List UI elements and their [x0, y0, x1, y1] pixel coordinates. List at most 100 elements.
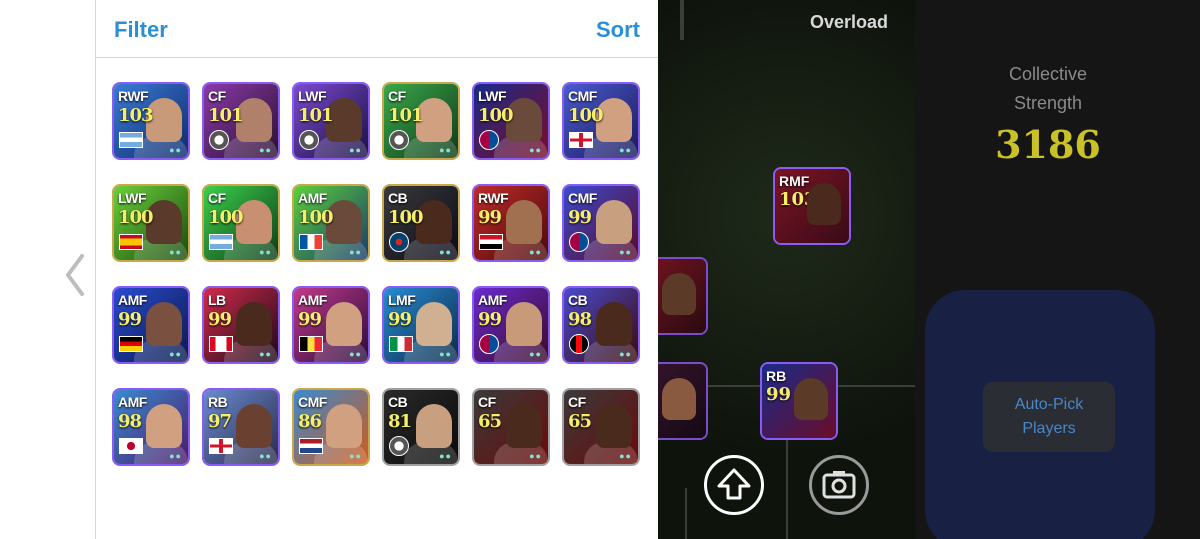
rating-value: 100 — [298, 207, 334, 228]
position-label: LWF — [298, 88, 327, 104]
position-label: AMF — [298, 292, 327, 308]
skill-dots-icon: ●● — [349, 247, 362, 257]
pitch-player-card[interactable] — [658, 257, 708, 335]
rating-value: 100 — [478, 105, 514, 126]
rating-value: 99 — [766, 384, 792, 405]
player-card[interactable]: LWF 100 ●● — [112, 184, 190, 262]
player-portrait — [596, 302, 632, 346]
player-card[interactable]: AMF 98 ●● — [112, 388, 190, 466]
position-label: RMF — [779, 173, 810, 189]
player-card[interactable]: RB 97 ●● — [202, 388, 280, 466]
pitch-player-card-rb[interactable]: RB 99 — [760, 362, 838, 440]
rating-value: 100 — [118, 207, 154, 228]
autopick-label-line1: Auto-Pick — [1014, 396, 1084, 413]
skill-dots-icon: ●● — [259, 145, 272, 155]
rating-value: 98 — [568, 309, 592, 330]
position-label: LWF — [478, 88, 507, 104]
position-label: CB — [388, 190, 408, 206]
overload-label: Overload — [810, 12, 889, 32]
upload-button[interactable] — [704, 455, 764, 515]
player-card[interactable]: CB 100 ●● — [382, 184, 460, 262]
position-label: RB — [766, 368, 787, 384]
rating-value: 65 — [568, 411, 592, 432]
nationality-flag-icon — [389, 436, 409, 456]
skill-dots-icon: ●● — [529, 451, 542, 461]
skill-dots-icon: ●● — [439, 349, 452, 359]
position-label: CMF — [568, 190, 597, 206]
collective-strength-label: Collective Strength — [915, 60, 1181, 118]
formation-pitch: Overload RMF 103 RB 99 — [658, 0, 915, 539]
sort-button[interactable]: Sort — [596, 17, 640, 43]
player-card[interactable]: AMF 99 ●● — [472, 286, 550, 364]
position-label: RWF — [478, 190, 509, 206]
nationality-flag-icon — [299, 234, 323, 250]
player-card[interactable]: CB 98 ●● — [562, 286, 640, 364]
pitch-player-card[interactable] — [658, 362, 708, 440]
rating-value: 86 — [298, 411, 322, 432]
skill-dots-icon: ●● — [259, 247, 272, 257]
rating-value: 99 — [568, 207, 592, 228]
camera-icon — [822, 471, 856, 499]
player-card[interactable]: LWF 100 ●● — [472, 82, 550, 160]
skill-dots-icon: ●● — [439, 451, 452, 461]
nationality-flag-icon — [119, 336, 143, 352]
rating-value: 99 — [478, 309, 502, 330]
rating-value: 65 — [478, 411, 502, 432]
rating-value: 99 — [118, 309, 142, 330]
nationality-flag-icon — [479, 130, 499, 150]
nationality-flag-icon — [389, 232, 409, 252]
skill-dots-icon: ●● — [349, 349, 362, 359]
player-card[interactable]: CMF 86 ●● — [292, 388, 370, 466]
nationality-flag-icon — [299, 130, 319, 150]
player-portrait — [596, 404, 632, 448]
rating-value: 99 — [388, 309, 412, 330]
filter-button[interactable]: Filter — [114, 17, 168, 43]
player-card[interactable]: LB 99 ●● — [202, 286, 280, 364]
player-portrait — [416, 302, 452, 346]
rating-value: 97 — [208, 411, 232, 432]
player-portrait — [326, 404, 362, 448]
skill-dots-icon: ●● — [529, 145, 542, 155]
position-label: AMF — [118, 394, 147, 410]
player-card[interactable]: CF 101 ●● — [202, 82, 280, 160]
pitch-line — [685, 488, 687, 539]
player-card[interactable]: LWF 101 ●● — [292, 82, 370, 160]
position-label: CF — [478, 394, 496, 410]
player-portrait — [506, 404, 542, 448]
player-card[interactable]: LMF 99 ●● — [382, 286, 460, 364]
nationality-flag-icon — [119, 234, 143, 250]
nationality-flag-icon — [389, 130, 409, 150]
picker-header: Filter Sort — [96, 0, 658, 58]
rating-value: 100 — [208, 207, 244, 228]
player-portrait — [596, 200, 632, 244]
player-card[interactable]: CF 101 ●● — [382, 82, 460, 160]
chevron-left-icon[interactable] — [60, 250, 90, 300]
player-portrait — [146, 404, 182, 448]
player-card[interactable]: CF 65 ●● — [472, 388, 550, 466]
player-card[interactable]: CB 81 ●● — [382, 388, 460, 466]
nationality-flag-icon — [569, 232, 589, 252]
player-card[interactable]: AMF 99 ●● — [112, 286, 190, 364]
nationality-flag-icon — [479, 334, 499, 354]
player-card[interactable]: RWF 103 ●● — [112, 82, 190, 160]
player-card[interactable]: RWF 99 ●● — [472, 184, 550, 262]
auto-pick-players-button[interactable]: Auto-Pick Players — [983, 382, 1115, 452]
player-card[interactable]: CMF 100 ●● — [562, 82, 640, 160]
position-label: CF — [208, 190, 226, 206]
camera-button[interactable] — [809, 455, 869, 515]
player-card[interactable]: CF 65 ●● — [562, 388, 640, 466]
player-portrait — [236, 302, 272, 346]
rating-value: 98 — [118, 411, 142, 432]
nationality-flag-icon — [569, 132, 593, 148]
nationality-flag-icon — [299, 438, 323, 454]
player-card[interactable]: CF 100 ●● — [202, 184, 280, 262]
skill-dots-icon: ●● — [169, 145, 182, 155]
pitch-player-card-rmf[interactable]: RMF 103 — [773, 167, 851, 245]
player-card[interactable]: AMF 100 ●● — [292, 184, 370, 262]
player-card[interactable]: AMF 99 ●● — [292, 286, 370, 364]
position-label: AMF — [298, 190, 327, 206]
player-card[interactable]: CMF 99 ●● — [562, 184, 640, 262]
rating-value: 100 — [388, 207, 424, 228]
player-portrait — [236, 404, 272, 448]
player-portrait — [506, 200, 542, 244]
